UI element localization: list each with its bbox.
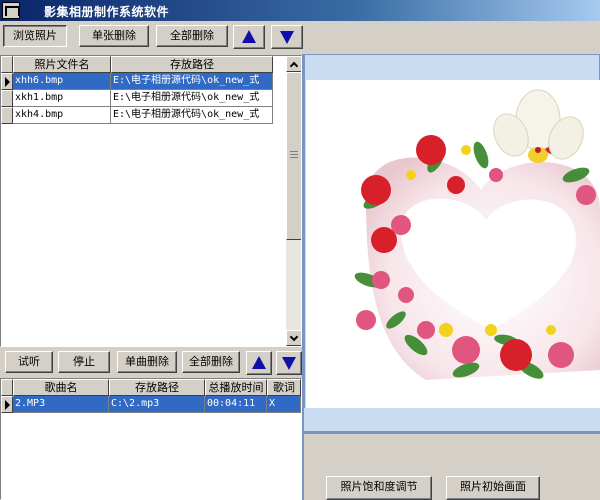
initial-frame-button[interactable]: 照片初始画面	[446, 476, 540, 500]
column-header-lyrics[interactable]: 歌词	[267, 379, 301, 396]
app-icon	[2, 2, 20, 19]
song-move-up-button[interactable]	[246, 351, 272, 375]
table-row[interactable]: xhh6.bmp E:\电子相册源代码\ok_new_式	[1, 73, 287, 90]
arrow-up-icon	[242, 30, 256, 43]
scroll-thumb[interactable]	[286, 72, 301, 240]
column-header-filename[interactable]: 照片文件名	[13, 56, 111, 73]
scroll-up-button[interactable]	[286, 56, 301, 72]
delete-all-songs-button[interactable]: 全部删除	[182, 351, 240, 373]
photo-path-cell[interactable]: E:\电子相册源代码\ok_new_式	[111, 90, 273, 107]
saturation-adjust-button[interactable]: 照片饱和度调节	[326, 476, 432, 500]
chevron-up-icon	[289, 61, 299, 71]
column-header-song-path[interactable]: 存放路径	[109, 379, 205, 396]
song-lyrics-cell[interactable]: X	[267, 396, 301, 413]
photo-filename-cell[interactable]: xkh1.bmp	[13, 90, 111, 107]
row-indicator	[1, 73, 13, 90]
try-listen-button[interactable]: 试听	[5, 351, 53, 373]
arrow-up-icon	[252, 356, 266, 369]
grip-line	[290, 157, 298, 158]
row-indicator-header	[1, 56, 13, 73]
song-list-grid[interactable]: 歌曲名 存放路径 总播放时间 歌词 2.MP3 C:\2.mp3 00:04:1…	[0, 378, 302, 500]
row-indicator-header	[1, 379, 13, 396]
window-title: 影集相册制作系统软件	[44, 5, 170, 19]
photo-path-cell[interactable]: E:\电子相册源代码\ok_new_式	[111, 107, 273, 124]
delete-all-photos-button[interactable]: 全部删除	[156, 25, 228, 47]
current-row-icon	[5, 77, 10, 87]
delete-one-photo-button[interactable]: 单张删除	[79, 25, 149, 47]
table-row[interactable]: 2.MP3 C:\2.mp3 00:04:11 X	[1, 396, 301, 413]
row-indicator	[1, 90, 13, 107]
row-indicator	[1, 107, 13, 124]
arrow-down-icon	[282, 357, 296, 370]
chevron-down-icon	[289, 332, 299, 342]
scroll-down-button[interactable]	[286, 330, 301, 346]
title-bar: 影集相册制作系统软件	[0, 0, 600, 21]
photo-grid-header: 照片文件名 存放路径	[1, 56, 287, 73]
browse-photos-button[interactable]: 浏览照片	[3, 25, 67, 47]
photo-move-up-button[interactable]	[233, 25, 265, 49]
photo-preview	[306, 80, 600, 408]
preview-separator	[304, 408, 600, 432]
arrow-down-icon	[280, 31, 294, 44]
photo-grid-scrollbar[interactable]	[286, 56, 301, 346]
table-row[interactable]: xkh1.bmp E:\电子相册源代码\ok_new_式	[1, 90, 287, 107]
stop-button[interactable]: 停止	[58, 351, 110, 373]
photo-filename-cell[interactable]: xkh4.bmp	[13, 107, 111, 124]
row-indicator	[1, 396, 13, 413]
song-duration-cell[interactable]: 00:04:11	[205, 396, 267, 413]
photo-path-cell[interactable]: E:\电子相册源代码\ok_new_式	[111, 73, 273, 90]
photo-list-grid[interactable]: 照片文件名 存放路径 xhh6.bmp E:\电子相册源代码\ok_new_式 …	[0, 55, 302, 347]
song-grid-header: 歌曲名 存放路径 总播放时间 歌词	[1, 379, 301, 396]
photo-move-down-button[interactable]	[271, 25, 303, 49]
current-row-icon	[5, 400, 10, 410]
column-header-path[interactable]: 存放路径	[111, 56, 273, 73]
grip-line	[290, 151, 298, 152]
photo-filename-cell[interactable]: xhh6.bmp	[13, 73, 111, 90]
delete-one-song-button[interactable]: 单曲删除	[117, 351, 177, 373]
column-header-song[interactable]: 歌曲名	[13, 379, 109, 396]
table-row[interactable]: xkh4.bmp E:\电子相册源代码\ok_new_式	[1, 107, 287, 124]
grip-line	[290, 154, 298, 155]
flower-frame-image	[306, 80, 600, 408]
song-name-cell[interactable]: 2.MP3	[13, 396, 109, 413]
song-path-cell[interactable]: C:\2.mp3	[109, 396, 205, 413]
song-move-down-button[interactable]	[276, 351, 302, 375]
column-header-duration[interactable]: 总播放时间	[205, 379, 267, 396]
